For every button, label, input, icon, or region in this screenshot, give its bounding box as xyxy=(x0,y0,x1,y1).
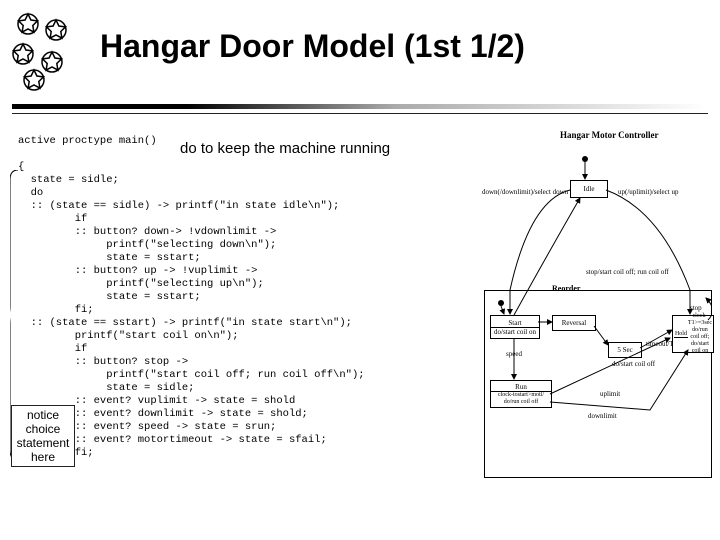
divider xyxy=(12,104,708,114)
logo xyxy=(8,12,88,97)
notice-callout: notice choice statement here xyxy=(11,405,75,467)
slide-title: Hangar Door Model (1st 1/2) xyxy=(100,28,525,65)
statechart-diagram: Idle down(/downlimit)/select down up(/up… xyxy=(490,150,712,480)
diagram-title: Hangar Motor Controller xyxy=(560,130,659,140)
diagram-arrows xyxy=(490,150,712,480)
